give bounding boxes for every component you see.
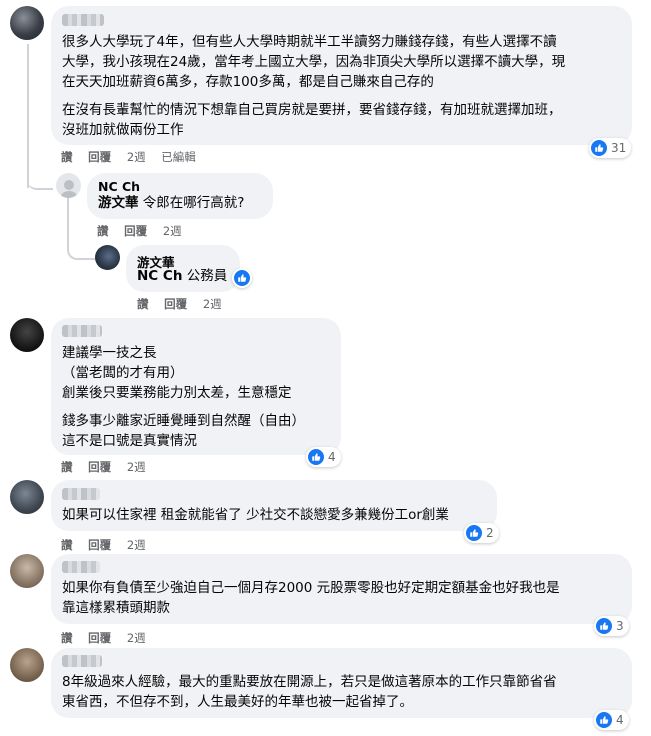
reaction-count[interactable]: 2: [464, 523, 499, 543]
timestamp[interactable]: 2週: [127, 538, 146, 552]
reaction-count[interactable]: 4: [594, 710, 629, 730]
avatar[interactable]: [10, 6, 44, 40]
reply-actions: 讚 回覆 2週: [137, 296, 234, 312]
comment-line: 在天天加班薪資6萬多，存款100多萬，都是自己賺來自己存的: [62, 74, 434, 90]
like-reaction-icon: [596, 712, 612, 728]
comment-line: 沒班加就做兩份工作: [62, 122, 184, 138]
reaction-number: 4: [616, 713, 624, 727]
reply-author[interactable]: NC Ch: [98, 179, 140, 194]
avatar[interactable]: [95, 245, 120, 270]
edited-label: 已編輯: [161, 150, 196, 164]
commenter-name-blurred[interactable]: [62, 655, 102, 667]
like-reaction-icon: [596, 618, 612, 634]
reaction-number: 4: [328, 450, 336, 464]
comment-line: 錢多事少離家近睡覺睡到自然醒（自由）: [62, 413, 305, 429]
avatar[interactable]: [10, 480, 44, 514]
like-button[interactable]: 讚: [61, 631, 73, 645]
commenter-name-blurred[interactable]: [62, 488, 100, 500]
comment-line: 如果你有負債至少強迫自己一個月存2000 元股票零股也好定期定額基金也好我也是: [62, 580, 560, 596]
commenter-name-blurred[interactable]: [62, 325, 102, 337]
reply-button[interactable]: 回覆: [88, 538, 111, 552]
comment-text: 很多人大學玩了4年，但有些人大學時期就半工半讀努力賺錢存錢，有些人選擇不讀 大學…: [62, 32, 565, 140]
timestamp[interactable]: 2週: [127, 631, 146, 645]
like-button[interactable]: 讚: [61, 150, 73, 164]
reply-button[interactable]: 回覆: [164, 297, 187, 311]
avatar[interactable]: [56, 173, 81, 198]
avatar[interactable]: [10, 648, 44, 682]
comment-text: 如果你有負債至少強迫自己一個月存2000 元股票零股也好定期定額基金也好我也是 …: [62, 578, 560, 618]
comment-actions: 讚 回覆 2週: [61, 537, 158, 553]
reaction-number: 31: [611, 141, 627, 155]
reply-actions: 讚 回覆 2週: [97, 223, 194, 239]
comment-line: 很多人大學玩了4年，但有些人大學時期就半工半讀努力賺錢存錢，有些人選擇不讀: [62, 34, 557, 50]
tagged-user[interactable]: NC Ch: [137, 268, 182, 284]
comment-line: 大學，我小孩現在24歲，當年考上國立大學，因為非頂尖大學所以選擇不讀大學，現: [62, 54, 566, 70]
like-reaction-icon: [308, 449, 324, 465]
reply-button[interactable]: 回覆: [124, 224, 147, 238]
comment-line: 創業後只要業務能力別太差，生意穩定: [62, 385, 292, 401]
comment-actions: 讚 回覆 2週: [61, 630, 158, 646]
reaction-number: 3: [616, 619, 624, 633]
reply-button[interactable]: 回覆: [88, 150, 111, 164]
comment-line: 這不是口號是真實情況: [62, 433, 197, 449]
like-reaction-icon: [234, 270, 250, 286]
reply-button[interactable]: 回覆: [88, 460, 111, 474]
reply-body: 公務員: [182, 268, 228, 284]
reply-button[interactable]: 回覆: [88, 631, 111, 645]
reaction-count[interactable]: [232, 268, 252, 288]
timestamp[interactable]: 2週: [163, 224, 182, 238]
comment-text: 如果可以住家裡 租金就能省了 少社交不談戀愛多兼幾份工or創業: [62, 505, 449, 525]
comment-line: （當老闆的才有用）: [62, 365, 184, 381]
commenter-name-blurred[interactable]: [62, 561, 100, 573]
like-reaction-icon: [591, 140, 607, 156]
commenter-name-blurred[interactable]: [62, 14, 104, 26]
comment-line: 東省西，不但存不到，人生最美好的年華也被一起省掉了。: [62, 694, 413, 710]
avatar[interactable]: [10, 554, 44, 588]
like-button[interactable]: 讚: [61, 538, 73, 552]
comment-actions: 讚 回覆 2週 已編輯: [61, 149, 208, 165]
like-reaction-icon: [466, 525, 482, 541]
avatar[interactable]: [10, 318, 44, 352]
reaction-count[interactable]: 3: [594, 616, 629, 636]
comment-line: 8年級過來人經驗，最大的重點要放在開源上，若只是做這著原本的工作只靠節省省: [62, 674, 557, 690]
timestamp[interactable]: 2週: [127, 460, 146, 474]
timestamp[interactable]: 2週: [127, 150, 146, 164]
like-button[interactable]: 讚: [61, 460, 73, 474]
comment-line: 在沒有長輩幫忙的情況下想靠自己買房就是要拼，要省錢存錢，有加班就選擇加班，: [62, 102, 562, 118]
comment-line: 建議學一技之長: [62, 345, 157, 361]
reply-thread-line: [27, 166, 53, 190]
comment-line: 靠這樣累積頭期款: [62, 600, 170, 616]
reply-text: NC Ch 公務員: [137, 266, 227, 286]
reply-text: 游文華 令郎在哪行高就?: [98, 193, 244, 213]
comment-actions: 讚 回覆 2週: [61, 459, 158, 475]
like-button[interactable]: 讚: [137, 297, 149, 311]
timestamp[interactable]: 2週: [203, 297, 222, 311]
comment-text: 建議學一技之長 （當老闆的才有用） 創業後只要業務能力別太差，生意穩定 錢多事少…: [62, 343, 305, 451]
like-button[interactable]: 讚: [97, 224, 109, 238]
reply-body: 令郎在哪行高就?: [138, 195, 245, 211]
tagged-user[interactable]: 游文華: [98, 195, 139, 211]
comment-line: 如果可以住家裡 租金就能省了 少社交不談戀愛多兼幾份工or創業: [62, 507, 449, 523]
comment-text: 8年級過來人經驗，最大的重點要放在開源上，若只是做這著原本的工作只靠節省省 東省…: [62, 672, 557, 712]
reaction-count[interactable]: 4: [306, 447, 341, 467]
reaction-count[interactable]: 31: [589, 138, 632, 158]
reaction-number: 2: [486, 526, 494, 540]
